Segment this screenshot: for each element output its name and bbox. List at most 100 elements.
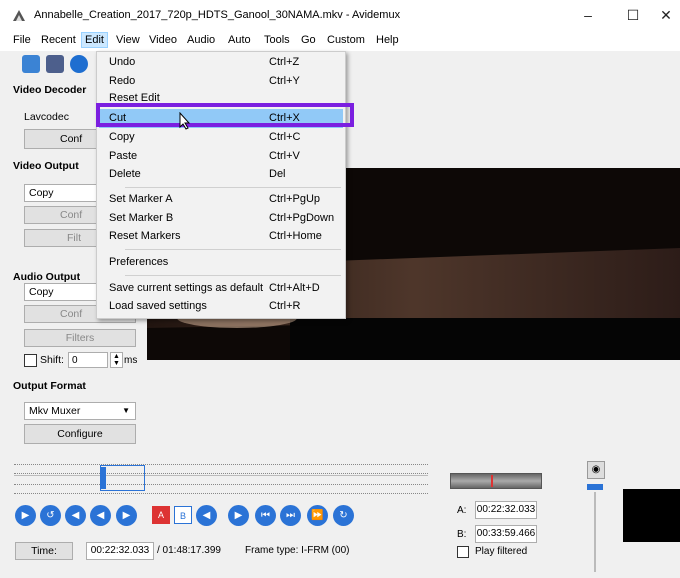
play-icon[interactable]: ▶ <box>15 505 36 526</box>
menu-item-undo[interactable]: Undo Ctrl+Z <box>99 53 343 72</box>
time-button[interactable]: Time: <box>15 542 73 560</box>
menu-item-label: Undo <box>109 56 136 68</box>
menu-item-shortcut: Ctrl+R <box>269 300 301 312</box>
video-output-title: Video Output <box>13 160 79 172</box>
play-filtered-checkbox[interactable] <box>457 546 469 558</box>
menu-tools[interactable]: Tools <box>260 34 294 46</box>
menu-item-label: Reset Markers <box>109 230 181 242</box>
menu-edit[interactable]: Edit <box>81 32 108 48</box>
timeline-ruler-bottom <box>14 484 428 494</box>
marker-b-icon[interactable]: B <box>174 506 192 524</box>
menu-separator <box>125 249 341 250</box>
decoder-codec-label: Lavcodec <box>24 111 69 123</box>
menu-item-shortcut: Ctrl+C <box>269 131 301 143</box>
shift-unit: ms <box>124 355 138 366</box>
timeline-track[interactable] <box>14 475 428 476</box>
jog-indicator <box>491 475 493 487</box>
video-decoder-title: Video Decoder <box>13 84 87 96</box>
audio-meter <box>623 489 680 542</box>
menu-bar: File Recent Edit View Video Audio Auto T… <box>0 31 680 51</box>
next-black-icon[interactable]: ▶ <box>228 505 249 526</box>
menu-recent[interactable]: Recent <box>37 34 80 46</box>
menu-help[interactable]: Help <box>372 34 403 46</box>
menu-video[interactable]: Video <box>145 34 181 46</box>
menu-item-shortcut: Ctrl+Z <box>269 56 300 68</box>
shift-checkbox[interactable] <box>24 354 37 367</box>
menu-item-label: Preferences <box>109 256 169 268</box>
shift-spinner[interactable]: ▲ ▼ <box>110 352 123 368</box>
first-frame-icon[interactable]: ⏮ <box>255 505 276 526</box>
rewind-icon[interactable]: ↺ <box>40 505 61 526</box>
menu-item-copy[interactable]: Copy Ctrl+C <box>99 128 343 147</box>
save-icon[interactable] <box>46 55 64 73</box>
menu-item-shortcut: Ctrl+Y <box>269 75 300 87</box>
duration-label: / 01:48:17.399 <box>157 545 221 556</box>
forward-one-icon[interactable]: ▶ <box>116 505 137 526</box>
video-output-value: Copy <box>29 187 54 199</box>
close-button[interactable]: ✕ <box>643 0 680 31</box>
menu-item-shortcut: Ctrl+PgDown <box>269 212 335 224</box>
menu-file[interactable]: File <box>9 34 35 46</box>
menu-item-label: Copy <box>109 131 135 143</box>
edit-menu-dropdown: Undo Ctrl+Z Redo Ctrl+Y Reset Edit Cut Ctrl… <box>96 51 346 319</box>
menu-separator <box>125 187 341 188</box>
menu-custom[interactable]: Custom <box>323 34 369 46</box>
audio-output-title: Audio Output <box>13 271 81 283</box>
frame-type-label: Frame type: I-FRM (00) <box>245 545 350 556</box>
menu-auto[interactable]: Auto <box>224 34 255 46</box>
menu-item-preferences[interactable]: Preferences <box>99 253 343 272</box>
window-title: Annabelle_Creation_2017_720p_HDTS_Ganool… <box>34 9 401 21</box>
chevron-down-icon: ▼ <box>122 406 130 415</box>
marker-a-value: 00:22:32.033 <box>475 501 537 519</box>
volume-slider-handle[interactable] <box>587 484 603 490</box>
jog-shuttle[interactable] <box>450 473 542 489</box>
format-configure-button[interactable]: Configure <box>24 424 136 444</box>
output-format-title: Output Format <box>13 380 86 392</box>
menu-item-shortcut: Ctrl+PgUp <box>269 193 321 205</box>
goto-marker-icon[interactable]: ↻ <box>333 505 354 526</box>
menu-view[interactable]: View <box>112 34 144 46</box>
volume-icon[interactable]: ◉ <box>587 461 605 479</box>
menu-item-paste[interactable]: Paste Ctrl+V <box>99 147 343 166</box>
open-file-icon[interactable] <box>22 55 40 73</box>
marker-a-icon[interactable]: A <box>152 506 170 524</box>
current-time-field[interactable]: 00:22:32.033 <box>86 542 154 560</box>
menu-item-save-settings[interactable]: Save current settings as default Ctrl+Alt… <box>99 279 343 298</box>
timeline-ruler-top <box>14 464 428 474</box>
menu-item-shortcut: Ctrl+Alt+D <box>269 282 320 294</box>
menu-item-set-marker-a[interactable]: Set Marker A Ctrl+PgUp <box>99 190 343 209</box>
back-one-icon[interactable]: ◀ <box>65 505 86 526</box>
shift-input[interactable]: 0 <box>68 352 108 368</box>
audio-filters-button[interactable]: Filters <box>24 329 136 347</box>
menu-item-delete[interactable]: Delete Del <box>99 165 343 184</box>
goto-time-icon[interactable]: ⏩ <box>307 505 328 526</box>
avidemux-app-icon <box>13 10 25 21</box>
menu-separator <box>125 275 341 276</box>
menu-item-set-marker-b[interactable]: Set Marker B Ctrl+PgDown <box>99 209 343 228</box>
menu-item-label: Set Marker A <box>109 193 173 205</box>
menu-audio[interactable]: Audio <box>183 34 219 46</box>
last-frame-icon[interactable]: ⏭ <box>280 505 301 526</box>
title-bar: Annabelle_Creation_2017_720p_HDTS_Ganool… <box>0 0 680 31</box>
menu-item-label: Paste <box>109 150 138 162</box>
output-format-select[interactable]: Mkv Muxer ▼ <box>24 402 136 420</box>
menu-item-shortcut: Ctrl+Home <box>269 230 322 242</box>
menu-item-label: Redo <box>109 75 136 87</box>
menu-item-shortcut: Del <box>269 168 286 180</box>
menu-item-label: Set Marker B <box>109 212 174 224</box>
menu-item-label: Load saved settings <box>109 300 207 312</box>
menu-item-label: Save current settings as default <box>109 282 264 294</box>
back-keyframe-icon[interactable]: ◀ <box>90 505 111 526</box>
play-filtered-label: Play filtered <box>475 546 528 557</box>
marker-a-label: A: <box>457 505 467 516</box>
selection-range <box>100 465 145 491</box>
menu-go[interactable]: Go <box>297 34 320 46</box>
menu-item-load-settings[interactable]: Load saved settings Ctrl+R <box>99 297 343 316</box>
shift-label: Shift: <box>40 354 64 366</box>
timeline-slider-handle[interactable] <box>100 467 107 489</box>
menu-item-reset-markers[interactable]: Reset Markers Ctrl+Home <box>99 227 343 246</box>
info-icon[interactable] <box>70 55 88 73</box>
prev-black-icon[interactable]: ◀ <box>196 505 217 526</box>
marker-b-value: 00:33:59.466 <box>475 525 537 543</box>
minimize-button[interactable]: – <box>565 0 611 31</box>
